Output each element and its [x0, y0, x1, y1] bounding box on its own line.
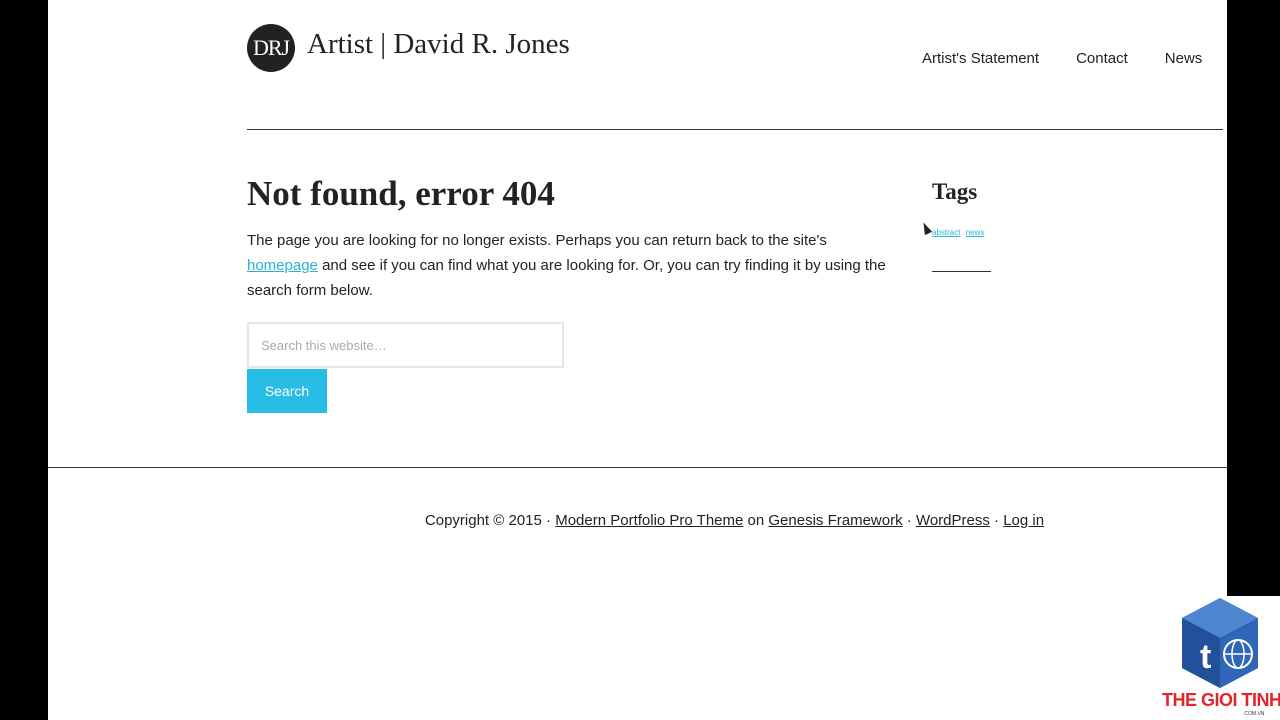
homepage-link[interactable]: homepage	[247, 257, 318, 274]
tag-abstract[interactable]: abstract	[932, 228, 960, 237]
mouse-cursor-icon	[919, 220, 933, 236]
site-title[interactable]: Artist | David R. Jones	[307, 28, 570, 61]
footer-copyright: Copyright © 2015 ·	[424, 512, 556, 529]
footer-separator: ·	[902, 512, 916, 529]
nav-item-news[interactable]: News	[1165, 50, 1203, 67]
search-button[interactable]: Search	[247, 369, 327, 413]
widget-divider	[932, 271, 991, 272]
footer-text-on: on	[743, 512, 769, 529]
header-divider	[247, 129, 1223, 130]
site-logo[interactable]: DRJ	[247, 24, 295, 72]
error-message: The page you are looking for no longer e…	[247, 228, 887, 303]
footer-genesis-link[interactable]: Genesis Framework	[768, 512, 902, 529]
footer-wordpress-link[interactable]: WordPress	[916, 512, 990, 529]
footer-divider	[48, 467, 1227, 468]
tag-cloud: abstract news	[932, 228, 987, 237]
footer-login-link[interactable]: Log in	[1003, 512, 1044, 529]
page: DRJ Artist | David R. Jones Artist's Sta…	[48, 0, 1227, 720]
page-title: Not found, error 404	[247, 174, 555, 213]
search-input[interactable]	[247, 322, 564, 368]
footer-separator: ·	[989, 512, 1004, 529]
nav-item-contact[interactable]: Contact	[1076, 50, 1128, 67]
primary-nav: Artist's Statement Contact News	[922, 50, 1202, 67]
svg-text:t: t	[1200, 638, 1211, 676]
watermark-subtext: .COM.VN	[1243, 711, 1265, 717]
tags-widget-title: Tags	[932, 179, 978, 204]
nav-item-artists-statement[interactable]: Artist's Statement	[922, 50, 1039, 67]
error-message-text-1: The page you are looking for no longer e…	[247, 232, 827, 249]
site-footer: Copyright © 2015 · Modern Portfolio Pro …	[48, 512, 1227, 529]
watermark-text: THE GIOI TINHOC	[1162, 690, 1280, 710]
footer-theme-link[interactable]: Modern Portfolio Pro Theme	[555, 512, 743, 529]
error-message-text-2: and see if you can find what you are loo…	[247, 257, 886, 299]
tag-news[interactable]: news	[966, 228, 985, 237]
